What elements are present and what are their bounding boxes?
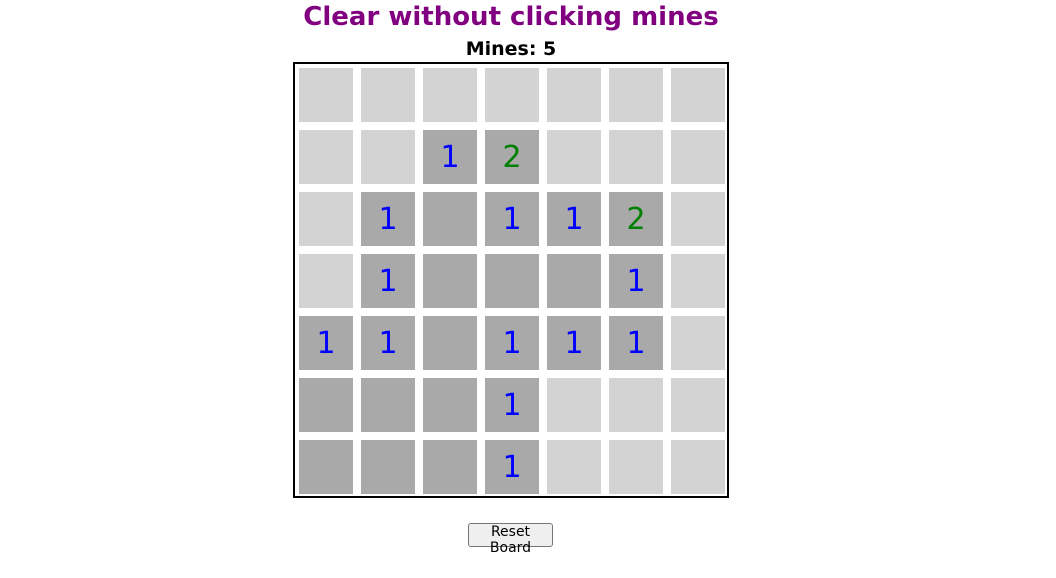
hidden-cell[interactable] [670, 129, 726, 185]
hidden-cell[interactable] [670, 253, 726, 309]
mines-counter: Mines: 5 [465, 38, 557, 60]
hidden-cell[interactable] [546, 129, 602, 185]
hidden-cell[interactable] [546, 67, 602, 123]
revealed-cell[interactable] [422, 377, 478, 433]
cell-number: 1 [316, 325, 336, 361]
page-title: Clear without clicking mines [303, 2, 719, 32]
revealed-cell[interactable]: 1 [360, 253, 416, 309]
hidden-cell[interactable] [608, 129, 664, 185]
revealed-cell[interactable]: 2 [608, 191, 664, 247]
cell-number: 2 [502, 139, 522, 175]
hidden-cell[interactable] [298, 253, 354, 309]
hidden-cell[interactable] [484, 67, 540, 123]
cell-number: 1 [440, 139, 460, 175]
hidden-cell[interactable] [608, 439, 664, 495]
revealed-cell[interactable]: 1 [360, 315, 416, 371]
revealed-cell[interactable]: 1 [484, 439, 540, 495]
cell-number: 1 [502, 449, 522, 485]
revealed-cell[interactable] [298, 439, 354, 495]
hidden-cell[interactable] [670, 377, 726, 433]
revealed-cell[interactable]: 1 [608, 315, 664, 371]
hidden-cell[interactable] [670, 439, 726, 495]
cell-number: 1 [564, 325, 584, 361]
cell-number: 1 [502, 325, 522, 361]
revealed-cell[interactable] [422, 315, 478, 371]
hidden-cell[interactable] [670, 191, 726, 247]
hidden-cell[interactable] [298, 191, 354, 247]
game-board: 1 2 1 1 1 2 1 1 1 1 1 1 1 1 1 [293, 62, 729, 498]
hidden-cell[interactable] [360, 129, 416, 185]
hidden-cell[interactable] [546, 377, 602, 433]
hidden-cell[interactable] [298, 129, 354, 185]
hidden-cell[interactable] [546, 439, 602, 495]
hidden-cell[interactable] [670, 315, 726, 371]
cell-number: 1 [502, 201, 522, 237]
revealed-cell[interactable] [422, 439, 478, 495]
cell-number: 1 [378, 325, 398, 361]
revealed-cell[interactable]: 1 [360, 191, 416, 247]
revealed-cell[interactable] [360, 439, 416, 495]
cell-number: 1 [378, 263, 398, 299]
revealed-cell[interactable]: 1 [484, 377, 540, 433]
revealed-cell[interactable] [546, 253, 602, 309]
cell-number: 1 [564, 201, 584, 237]
revealed-cell[interactable] [360, 377, 416, 433]
hidden-cell[interactable] [422, 67, 478, 123]
revealed-cell[interactable]: 1 [608, 253, 664, 309]
hidden-cell[interactable] [670, 67, 726, 123]
cell-number: 1 [626, 325, 646, 361]
hidden-cell[interactable] [360, 67, 416, 123]
hidden-cell[interactable] [608, 377, 664, 433]
revealed-cell[interactable] [484, 253, 540, 309]
revealed-cell[interactable] [298, 377, 354, 433]
reset-board-button[interactable]: Reset Board [468, 523, 553, 556]
revealed-cell[interactable]: 1 [484, 315, 540, 371]
revealed-cell[interactable]: 1 [298, 315, 354, 371]
cell-number: 1 [378, 201, 398, 237]
cell-number: 1 [502, 387, 522, 423]
revealed-cell[interactable]: 1 [546, 315, 602, 371]
revealed-cell[interactable]: 1 [546, 191, 602, 247]
revealed-cell[interactable]: 2 [484, 129, 540, 185]
cell-number: 2 [626, 201, 646, 237]
revealed-cell[interactable] [422, 191, 478, 247]
revealed-cell[interactable]: 1 [484, 191, 540, 247]
revealed-cell[interactable] [422, 253, 478, 309]
hidden-cell[interactable] [608, 67, 664, 123]
cell-number: 1 [626, 263, 646, 299]
revealed-cell[interactable]: 1 [422, 129, 478, 185]
hidden-cell[interactable] [298, 67, 354, 123]
